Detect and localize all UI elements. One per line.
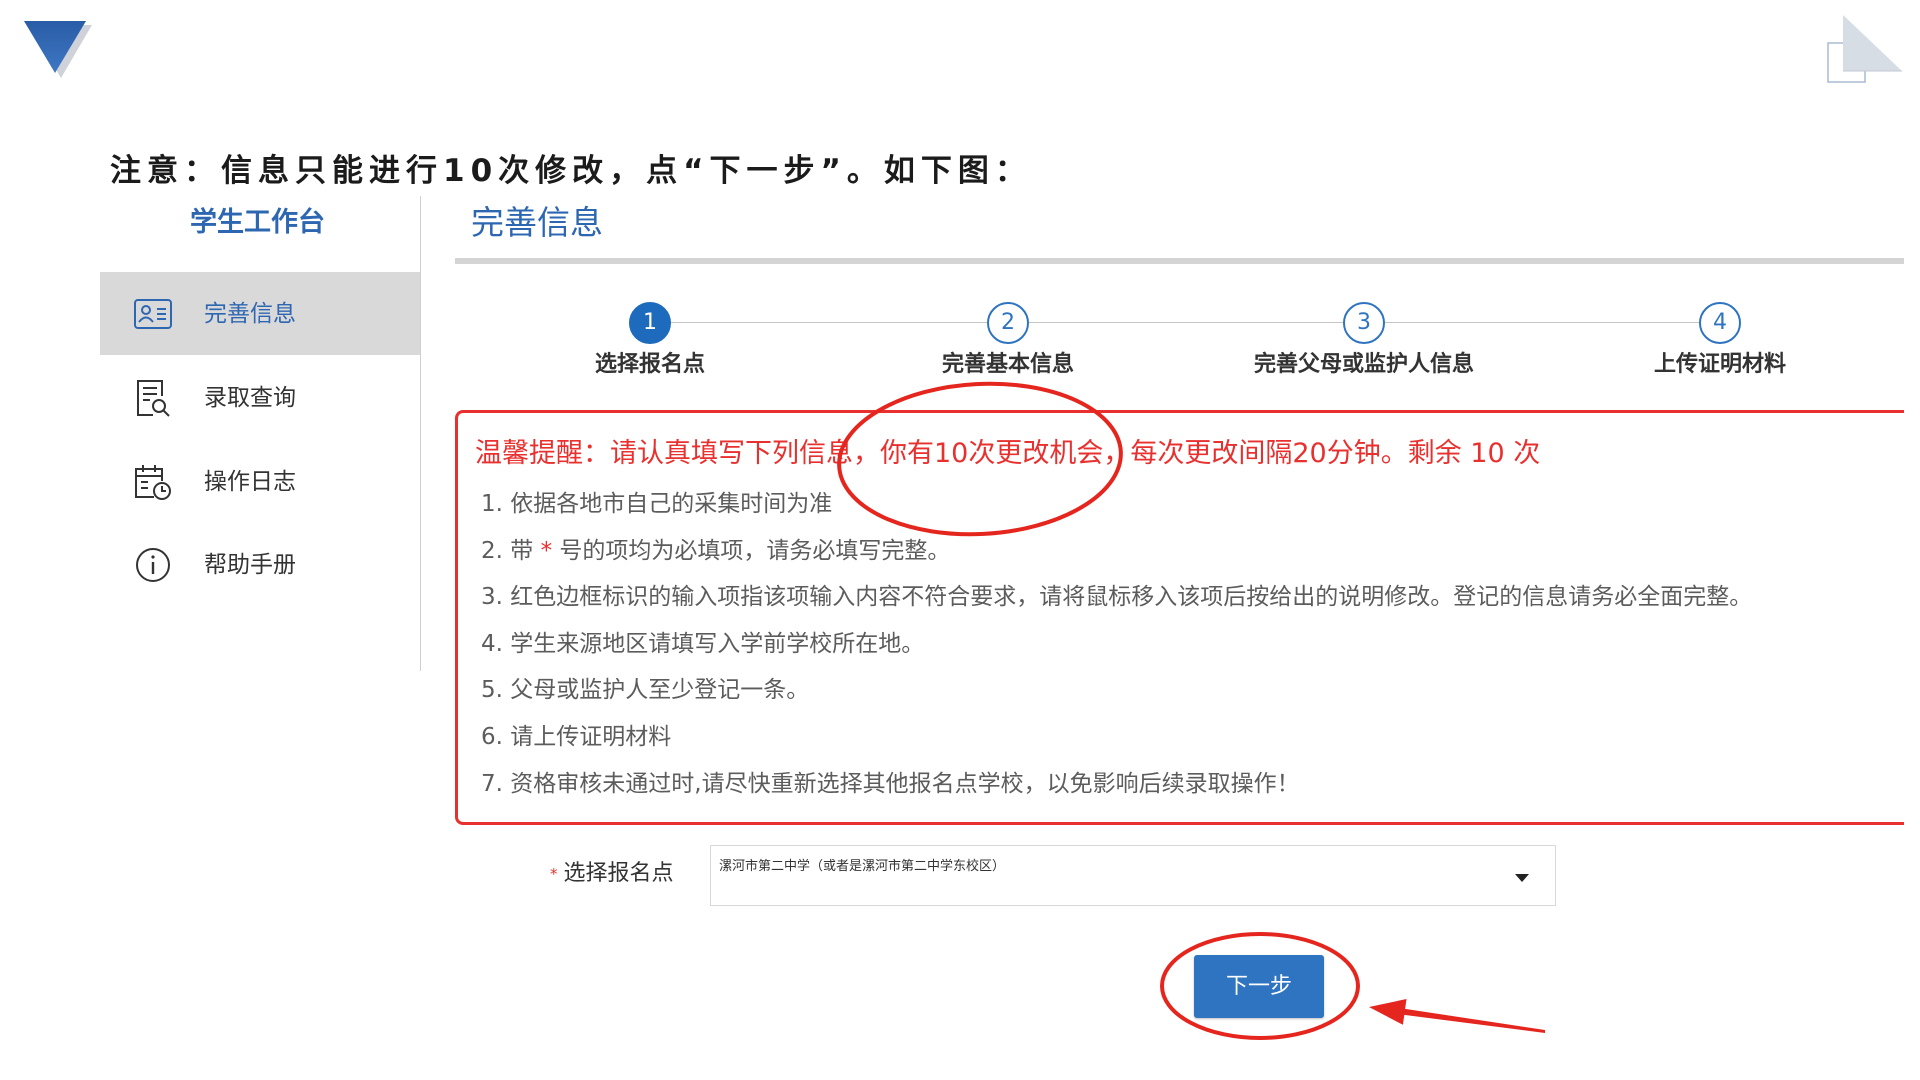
select-value: 漯河市第二中学（或者是漯河市第二中学东校区） xyxy=(719,859,1006,874)
sidebar-item-operation-log[interactable]: 操作日志 xyxy=(100,440,420,523)
step-label: 完善父母或监护人信息 xyxy=(1253,352,1474,377)
step-number-badge: 3 xyxy=(1343,302,1385,344)
step-label: 选择报名点 xyxy=(594,352,705,377)
list-item: 1. 依据各地市自己的采集时间为准 xyxy=(481,481,1752,528)
next-step-button[interactable]: 下一步 xyxy=(1194,955,1324,1018)
step-label: 完善基本信息 xyxy=(941,352,1074,377)
sidebar-item-complete-info[interactable]: 完善信息 xyxy=(100,272,420,355)
list-number: 4. xyxy=(481,630,503,657)
notice-heading: 注意：信息只能进行10次修改，点“下一步”。如下图： xyxy=(110,153,1032,189)
reminder-list: 1. 依据各地市自己的采集时间为准 2. 带 * 号的项均为必填项，请务必填写完… xyxy=(481,481,1752,807)
list-number: 1. xyxy=(481,491,503,517)
id-card-icon xyxy=(132,293,174,335)
registration-point-select[interactable]: 漯河市第二中学（或者是漯河市第二中学东校区） xyxy=(710,845,1556,906)
list-number: 2. xyxy=(481,537,503,564)
step-label: 上传证明材料 xyxy=(1653,352,1786,377)
list-number: 7. xyxy=(481,770,503,797)
page-corner-icon xyxy=(1827,15,1902,83)
page-title: 完善信息 xyxy=(471,203,603,242)
sidebar-title: 学生工作台 xyxy=(190,207,325,238)
sidebar-item-label: 操作日志 xyxy=(204,468,296,495)
sidebar-item-label: 录取查询 xyxy=(204,384,296,411)
list-text: 依据各地市自己的采集时间为准 xyxy=(510,491,833,517)
list-text: 请上传证明材料 xyxy=(510,723,672,750)
step-number-badge: 1 xyxy=(629,302,671,344)
list-item: 2. 带 * 号的项均为必填项，请务必填写完整。 xyxy=(481,528,1752,575)
list-text: 父母或监护人至少登记一条。 xyxy=(510,677,810,704)
list-item: 7. 资格审核未通过时,请尽快重新选择其他报名点学校，以免影响后续录取操作！ xyxy=(481,761,1752,808)
required-mark: * xyxy=(540,537,553,564)
sidebar-item-label: 完善信息 xyxy=(204,300,296,327)
stepper-connector xyxy=(650,322,1720,323)
registration-point-label: * 选择报名点 xyxy=(550,859,674,890)
list-text: 学生来源地区请填写入学前学校所在地。 xyxy=(510,630,925,657)
sidebar-divider xyxy=(420,196,421,671)
required-mark: * xyxy=(550,865,558,883)
calendar-clock-icon xyxy=(132,461,174,503)
document-search-icon xyxy=(132,377,174,419)
list-item: 3. 红色边框标识的输入项指该项输入内容不符合要求，请将鼠标移入该项后按给出的说… xyxy=(481,574,1752,621)
step-number-badge: 2 xyxy=(987,302,1029,344)
info-icon xyxy=(132,544,174,586)
list-text: 红色边框标识的输入项指该项输入内容不符合要求，请将鼠标移入该项后按给出的说明修改… xyxy=(510,584,1753,611)
field-label: 选择报名点 xyxy=(563,861,674,886)
reminder-title: 温馨提醒：请认真填写下列信息，你有10次更改机会，每次更改间隔20分钟。剩余 1… xyxy=(475,438,1541,469)
list-number: 3. xyxy=(481,584,503,611)
sidebar-item-help-manual[interactable]: 帮助手册 xyxy=(100,523,420,606)
list-item: 6. 请上传证明材料 xyxy=(481,714,1752,761)
corner-triangle-icon xyxy=(24,21,92,78)
list-item: 5. 父母或监护人至少登记一条。 xyxy=(481,667,1752,714)
step-number-badge: 4 xyxy=(1699,302,1741,344)
list-number: 6. xyxy=(481,723,503,750)
annotation-arrow xyxy=(1369,999,1545,1033)
list-text: 资格审核未通过时,请尽快重新选择其他报名点学校，以免影响后续录取操作！ xyxy=(510,770,1300,797)
sidebar-item-label: 帮助手册 xyxy=(204,551,296,578)
list-text: 号的项均为必填项，请务必填写完整。 xyxy=(559,537,951,564)
title-divider xyxy=(455,258,1904,264)
sidebar-item-admission-query[interactable]: 录取查询 xyxy=(100,356,420,439)
list-item: 4. 学生来源地区请填写入学前学校所在地。 xyxy=(481,621,1752,668)
dropdown-caret-icon[interactable] xyxy=(1515,874,1529,882)
list-text: 带 xyxy=(510,537,534,564)
list-number: 5. xyxy=(481,677,503,704)
